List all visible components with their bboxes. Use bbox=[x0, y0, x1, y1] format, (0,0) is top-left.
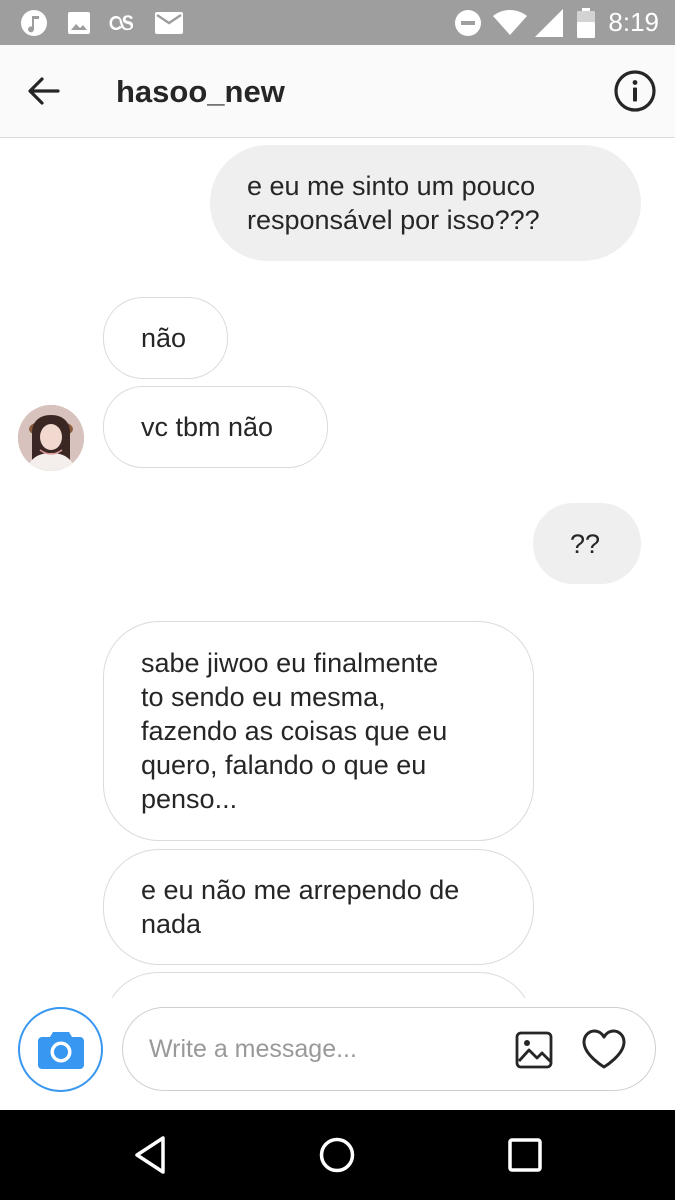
message-bubble-outgoing[interactable]: ?? bbox=[533, 503, 641, 584]
system-navigation-bar bbox=[0, 1110, 675, 1200]
conversation-header: hasoo_new bbox=[0, 45, 675, 138]
message-thread[interactable]: e eu me sinto um pouco responsável por i… bbox=[0, 138, 675, 998]
avatar[interactable] bbox=[18, 405, 84, 471]
message-text: e eu me sinto um pouco responsável por i… bbox=[247, 171, 540, 235]
nav-recents-button[interactable] bbox=[502, 1132, 548, 1178]
battery-icon bbox=[576, 0, 596, 45]
message-text: sabe jiwoo eu finalmente to sendo eu mes… bbox=[141, 648, 448, 814]
message-bubble-incoming[interactable]: vc tbm não bbox=[103, 386, 328, 468]
info-button[interactable] bbox=[613, 69, 657, 113]
do-not-disturb-icon bbox=[454, 0, 482, 45]
recents-square-icon bbox=[508, 1138, 542, 1172]
message-composer bbox=[0, 998, 675, 1110]
home-circle-icon bbox=[319, 1137, 355, 1173]
message-input-container bbox=[122, 1007, 656, 1091]
message-text: e eu não me arrependo de nada bbox=[141, 875, 460, 939]
conversation-title[interactable]: hasoo_new bbox=[116, 45, 285, 138]
nav-home-button[interactable] bbox=[314, 1132, 360, 1178]
message-text: vc tbm não bbox=[141, 412, 274, 442]
profile-photo bbox=[18, 405, 84, 471]
message-text: não bbox=[141, 323, 187, 353]
gallery-button[interactable] bbox=[515, 1031, 553, 1069]
gallery-icon bbox=[515, 1031, 553, 1069]
message-bubble-outgoing[interactable]: e eu me sinto um pouco responsável por i… bbox=[210, 145, 641, 261]
message-bubble-incoming-partial[interactable] bbox=[103, 972, 534, 998]
message-bubble-incoming[interactable]: e eu não me arrependo de nada bbox=[103, 849, 534, 965]
status-bar: 8:19 bbox=[0, 0, 675, 45]
message-input[interactable] bbox=[149, 1008, 509, 1090]
image-icon bbox=[66, 0, 92, 45]
wifi-icon bbox=[493, 0, 527, 45]
back-triangle-icon bbox=[135, 1136, 165, 1174]
heart-icon bbox=[582, 1029, 626, 1069]
status-time: 8:19 bbox=[608, 7, 659, 37]
arrow-left-icon bbox=[28, 77, 60, 105]
camera-icon bbox=[37, 1031, 84, 1069]
message-bubble-incoming[interactable]: não bbox=[103, 297, 228, 379]
music-note-icon bbox=[20, 0, 48, 45]
message-text: ?? bbox=[570, 528, 601, 559]
camera-button[interactable] bbox=[18, 1007, 103, 1092]
mail-icon bbox=[155, 0, 183, 45]
info-icon bbox=[614, 70, 656, 112]
message-bubble-incoming[interactable]: sabe jiwoo eu finalmente to sendo eu mes… bbox=[103, 621, 534, 841]
nav-back-button[interactable] bbox=[129, 1132, 175, 1178]
back-button[interactable] bbox=[24, 71, 64, 111]
cell-signal-icon bbox=[534, 0, 564, 45]
lastfm-icon bbox=[106, 0, 142, 45]
like-button[interactable] bbox=[581, 1028, 627, 1070]
